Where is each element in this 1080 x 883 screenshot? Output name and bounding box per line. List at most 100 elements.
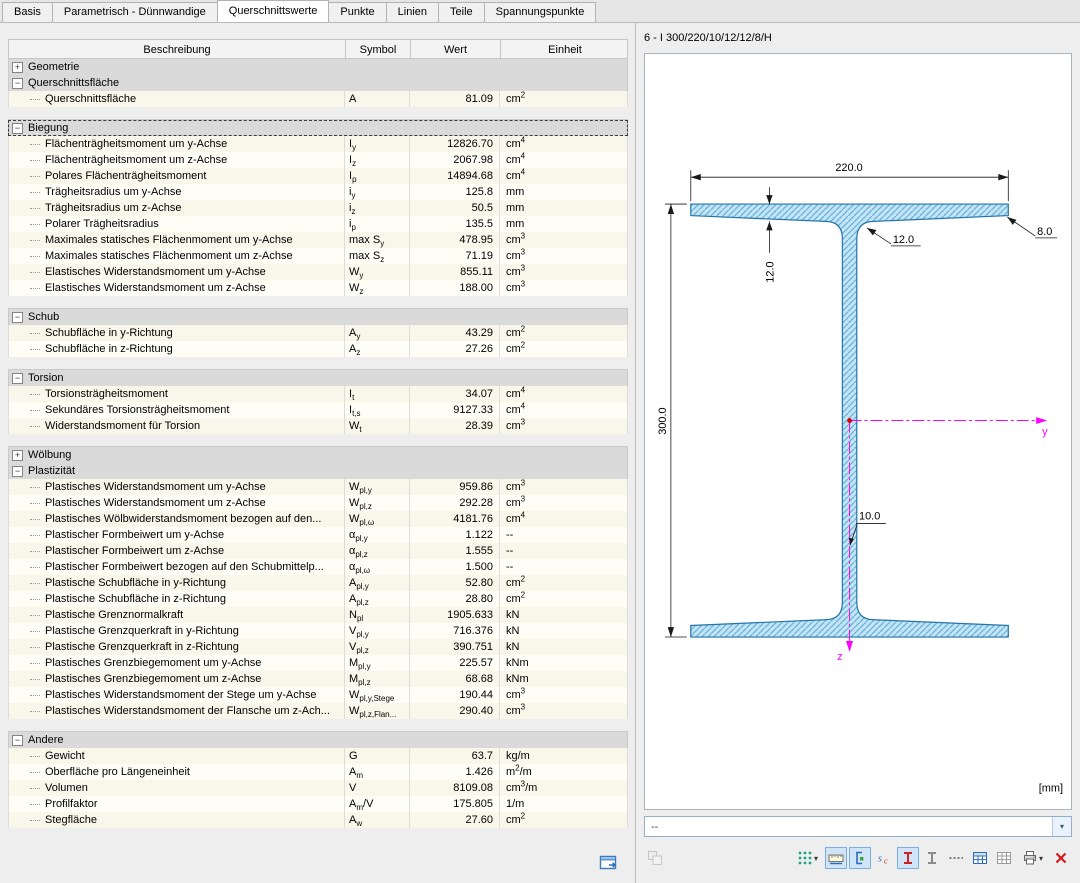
row-description: Plastisches Widerstandsmoment um y-Achse — [8, 479, 345, 495]
group-row-biegung[interactable]: − Biegung — [8, 120, 628, 136]
row-value: 1.555 — [410, 543, 500, 559]
group-row-schub[interactable]: − Schub — [8, 309, 628, 325]
expand-toggle-icon[interactable]: − — [12, 372, 23, 384]
table-row[interactable]: Elastisches Widerstandsmoment um z-Achse… — [8, 280, 628, 296]
row-value: 175.805 — [410, 796, 500, 812]
table-row[interactable]: Volumen V 8109.08 cm3/m — [8, 780, 628, 796]
table-row[interactable]: Plastisches Widerstandsmoment der Stege … — [8, 687, 628, 703]
expand-toggle-icon[interactable]: − — [12, 465, 23, 477]
point-display-button[interactable]: ▾ — [792, 847, 823, 869]
tab-spannungspunkte[interactable]: Spannungspunkte — [483, 2, 597, 22]
table-row[interactable]: Widerstandsmoment für Torsion Wt 28.39 cm3 — [8, 418, 628, 434]
text-part: cm — [506, 327, 521, 339]
chevron-down-icon[interactable]: ▾ — [1052, 817, 1071, 836]
table-row[interactable]: Plastisches Widerstandsmoment um y-Achse… — [8, 479, 628, 495]
row-symbol: Vpl,y — [345, 623, 410, 639]
chevron-down-icon[interactable]: ▾ — [814, 854, 818, 863]
superscript: 2 — [520, 812, 526, 821]
superscript: 2 — [520, 591, 526, 600]
table-row[interactable]: Plastische Grenznormalkraft Npl 1905.633 kN — [8, 607, 628, 623]
table-row[interactable]: Stegfläche Aw 27.60 cm2 — [8, 812, 628, 828]
outline-toggle-button[interactable] — [849, 847, 871, 869]
text-part: max S — [349, 250, 381, 262]
export-table-button[interactable] — [597, 853, 621, 875]
row-symbol: αpl,ω — [345, 559, 410, 575]
tab-punkte[interactable]: Punkte — [328, 2, 387, 22]
group-row-torsion[interactable]: − Torsion — [8, 370, 628, 386]
close-graphic-button[interactable] — [1050, 847, 1072, 869]
table-row[interactable]: Flächenträgheitsmoment um z-Achse Iz 2067.… — [8, 152, 628, 168]
table-row[interactable]: Maximales statisches Flächenmoment um y-… — [8, 232, 628, 248]
table-row[interactable]: Schubfläche in z-Richtung Az 27.26 cm2 — [8, 341, 628, 357]
table-row[interactable]: Plastischer Formbeiwert bezogen auf den … — [8, 559, 628, 575]
table-row[interactable]: Querschnittsfläche A 81.09 cm2 — [8, 91, 628, 107]
shear-center-toggle-button[interactable]: sc — [873, 847, 895, 869]
table-row[interactable]: Plastische Schubfläche in z-Richtung Apl,… — [8, 591, 628, 607]
graphic-dropdown[interactable]: -- ▾ — [644, 816, 1072, 837]
table-row[interactable]: Trägheitsradius um z-Achse iz 50.5 mm — [8, 200, 628, 216]
hidden-lines-button[interactable] — [945, 847, 967, 869]
expand-toggle-icon[interactable]: + — [12, 449, 23, 461]
tab-parametrisch-d-nnwandige[interactable]: Parametrisch - Dünnwandige — [51, 2, 218, 22]
table-row[interactable]: Torsionsträgheitsmoment It 34.07 cm4 — [8, 386, 628, 402]
superscript: 3 — [520, 232, 526, 241]
axis-z-label: z — [837, 651, 842, 663]
expand-toggle-icon[interactable]: − — [12, 311, 23, 323]
row-symbol: Wpl,z,Flan... — [345, 703, 410, 719]
table-row[interactable]: Oberfläche pro Längeneinheit Am 1.426 m2/m — [8, 764, 628, 780]
expand-toggle-icon[interactable]: − — [12, 77, 23, 89]
table-row[interactable]: Gewicht G 63.7 kg/m — [8, 748, 628, 764]
row-value: 1.122 — [410, 527, 500, 543]
group-row-querschnittsfl-che[interactable]: − Querschnittsfläche — [8, 75, 628, 91]
table-row[interactable]: Trägheitsradius um y-Achse iy 125.8 mm — [8, 184, 628, 200]
expand-toggle-icon[interactable]: + — [12, 61, 23, 73]
chevron-down-icon[interactable]: ▾ — [1039, 854, 1043, 863]
table-row[interactable]: Plastische Grenzquerkraft in z-Richtung V… — [8, 639, 628, 655]
expand-toggle-icon[interactable]: − — [12, 122, 23, 134]
table-row[interactable]: Plastisches Widerstandsmoment um z-Achse… — [8, 495, 628, 511]
tab-querschnittswerte[interactable]: Querschnittswerte — [216, 0, 330, 22]
table-row[interactable]: Sekundäres Torsionsträgheitsmoment It,s 91… — [8, 402, 628, 418]
principal-axes-button[interactable] — [897, 847, 919, 869]
table-row[interactable]: Elastisches Widerstandsmoment um y-Achse… — [8, 264, 628, 280]
input-axes-button[interactable] — [921, 847, 943, 869]
text-part: cm — [506, 234, 521, 246]
table-row[interactable]: Plastisches Widerstandsmoment der Flansc… — [8, 703, 628, 719]
tab-linien[interactable]: Linien — [385, 2, 440, 22]
group-row-w-lbung[interactable]: + Wölbung — [8, 447, 628, 463]
table-row[interactable]: Schubfläche in y-Richtung Ay 43.29 cm2 — [8, 325, 628, 341]
subscript: m — [356, 771, 364, 780]
tab-teile[interactable]: Teile — [438, 2, 485, 22]
table-row[interactable]: Polares Flächenträgheitsmoment Ip 14894.68… — [8, 168, 628, 184]
print-graphic-button[interactable]: ▾ — [1017, 847, 1048, 869]
row-value: 63.7 — [410, 748, 500, 764]
superscript: 4 — [520, 402, 526, 411]
group-row-andere[interactable]: − Andere — [8, 732, 628, 748]
dimensions-toggle-button[interactable] — [825, 847, 847, 869]
table-row[interactable]: Polarer Trägheitsradius ip 135.5 mm — [8, 216, 628, 232]
group-row-geometrie[interactable]: + Geometrie — [8, 59, 628, 75]
numbering-button[interactable] — [969, 847, 991, 869]
table-row[interactable]: Plastisches Grenzbiegemoment um z-Achse M… — [8, 671, 628, 687]
grid-toggle-button[interactable] — [993, 847, 1015, 869]
table-row[interactable]: Maximales statisches Flächenmoment um z-… — [8, 248, 628, 264]
table-row[interactable]: Plastische Grenzquerkraft in y-Richtung V… — [8, 623, 628, 639]
group-row-plastizit-t[interactable]: − Plastizität — [8, 463, 628, 479]
row-value: 12826.70 — [410, 136, 500, 152]
table-row[interactable]: Plastisches Grenzbiegemoment um y-Achse M… — [8, 655, 628, 671]
section-gap — [8, 357, 628, 370]
table-row[interactable]: Plastische Schubfläche in y-Richtung Apl,… — [8, 575, 628, 591]
row-unit: kNm — [500, 655, 628, 671]
row-symbol: Aw — [345, 812, 410, 828]
expand-toggle-icon[interactable]: − — [12, 734, 23, 746]
table-row[interactable]: Plastischer Formbeiwert um y-Achse αpl,y 1… — [8, 527, 628, 543]
row-symbol: V — [345, 780, 410, 796]
table-row[interactable]: Flächenträgheitsmoment um y-Achse Iy 12826… — [8, 136, 628, 152]
table-row[interactable]: Plastisches Wölbwiderstandsmoment bezoge… — [8, 511, 628, 527]
row-description: Plastische Schubfläche in z-Richtung — [8, 591, 345, 607]
table-row[interactable]: Plastischer Formbeiwert um z-Achse αpl,z 1… — [8, 543, 628, 559]
copy-icon — [647, 850, 663, 866]
table-row[interactable]: Profilfaktor Am/V 175.805 1/m — [8, 796, 628, 812]
superscript: 3 — [520, 280, 526, 289]
tab-basis[interactable]: Basis — [2, 2, 53, 22]
